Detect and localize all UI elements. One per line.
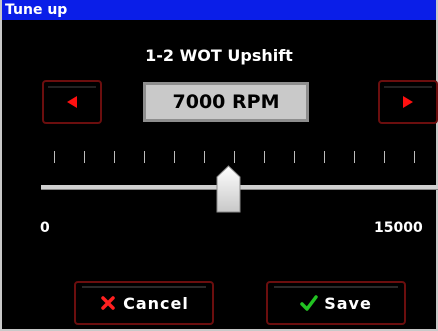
slider-tick	[414, 151, 415, 163]
value-display: 7000 RPM	[143, 82, 309, 122]
slider-ticks	[2, 151, 438, 165]
window-title: Tune up	[2, 0, 436, 20]
tune-up-window: Tune up 1-2 WOT Upshift 7000 RPM 0 15000	[0, 0, 438, 331]
cancel-button-content: Cancel	[76, 283, 212, 323]
cancel-label: Cancel	[123, 293, 189, 313]
slider-tick	[234, 151, 235, 163]
x-icon	[99, 294, 117, 312]
slider-tick	[384, 151, 385, 163]
slider-tick	[144, 151, 145, 163]
cancel-button[interactable]: Cancel	[74, 281, 214, 325]
slider-max-label: 15000	[374, 220, 423, 236]
slider-tick	[114, 151, 115, 163]
right-triangle-icon	[403, 96, 413, 108]
left-triangle-icon	[67, 96, 77, 108]
slider-tick	[264, 151, 265, 163]
slider-tick	[54, 151, 55, 163]
parameter-name: 1-2 WOT Upshift	[145, 46, 293, 65]
slider-tick	[294, 151, 295, 163]
slider-thumb[interactable]	[216, 165, 241, 213]
checkmark-icon	[300, 294, 318, 312]
save-button-content: Save	[268, 283, 404, 323]
increment-button[interactable]	[378, 80, 438, 124]
save-label: Save	[324, 293, 372, 313]
decrement-button[interactable]	[42, 80, 102, 124]
slider-min-label: 0	[40, 220, 50, 236]
button-highlight	[384, 86, 432, 88]
slider-tick	[174, 151, 175, 163]
slider-tick	[204, 151, 205, 163]
slider-tick	[324, 151, 325, 163]
save-button[interactable]: Save	[266, 281, 406, 325]
button-highlight	[48, 86, 96, 88]
slider-tick	[354, 151, 355, 163]
slider-tick	[84, 151, 85, 163]
